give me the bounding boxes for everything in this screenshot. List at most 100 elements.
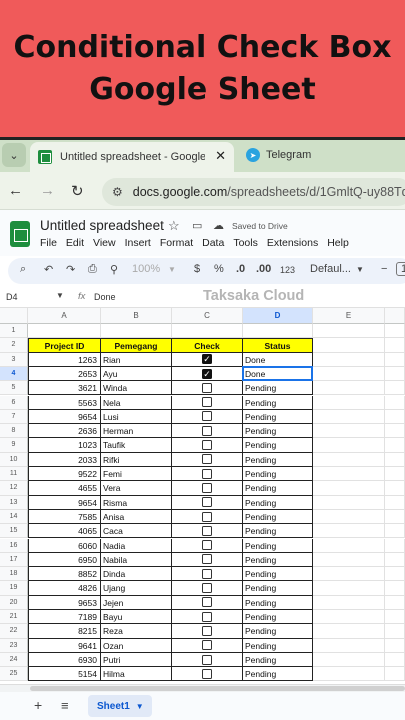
check-cell[interactable]: [172, 381, 243, 396]
scrollbar-thumb[interactable]: [30, 686, 405, 691]
grid-cell[interactable]: [313, 610, 385, 625]
status-cell[interactable]: Pending: [243, 452, 313, 467]
row-header[interactable]: 12: [0, 481, 28, 496]
row-header[interactable]: 25: [0, 667, 28, 682]
check-cell[interactable]: [172, 524, 243, 539]
row-header[interactable]: 2: [0, 338, 28, 353]
menu-format[interactable]: Format: [160, 237, 193, 249]
project-id-cell[interactable]: 2033: [28, 452, 101, 467]
project-id-cell[interactable]: 2636: [28, 424, 101, 439]
pemegang-cell[interactable]: Jejen: [101, 595, 172, 610]
tab-list-button[interactable]: ⌄: [2, 143, 26, 167]
column-header-b[interactable]: B: [101, 308, 172, 324]
chevron-down-icon[interactable]: ▼: [136, 702, 144, 711]
pemegang-cell[interactable]: Reza: [101, 624, 172, 639]
pemegang-cell[interactable]: Vera: [101, 481, 172, 496]
check-cell[interactable]: [172, 624, 243, 639]
project-id-cell[interactable]: 6930: [28, 652, 101, 668]
status-cell[interactable]: Pending: [243, 438, 313, 453]
checkbox[interactable]: [202, 440, 212, 451]
row-header[interactable]: 5: [0, 381, 28, 396]
pemegang-cell[interactable]: Ujang: [101, 581, 172, 596]
project-id-cell[interactable]: 8852: [28, 567, 101, 582]
row-header[interactable]: 6: [0, 395, 28, 410]
checkbox[interactable]: [202, 668, 212, 679]
menu-data[interactable]: Data: [202, 237, 224, 249]
row-header[interactable]: 15: [0, 524, 28, 539]
row-header[interactable]: 23: [0, 638, 28, 653]
grid-cell[interactable]: [313, 424, 385, 439]
check-cell[interactable]: [172, 509, 243, 525]
grid-cell[interactable]: [313, 667, 385, 682]
check-cell[interactable]: [172, 667, 243, 682]
grid-cell[interactable]: [385, 610, 405, 625]
row-header[interactable]: 8: [0, 424, 28, 439]
grid-cell[interactable]: [385, 324, 405, 339]
project-id-cell[interactable]: 6060: [28, 538, 101, 553]
tab-spreadsheet[interactable]: Untitled spreadsheet - Google S ✕: [30, 142, 234, 172]
grid-cell[interactable]: [313, 381, 385, 396]
pemegang-cell[interactable]: Anisa: [101, 509, 172, 525]
checkbox[interactable]: [202, 654, 212, 665]
row-header[interactable]: 11: [0, 467, 28, 482]
checkbox[interactable]: ✓: [202, 368, 212, 379]
row-header[interactable]: 24: [0, 652, 28, 668]
check-cell[interactable]: [172, 495, 243, 510]
checkbox[interactable]: [202, 583, 212, 594]
grid-cell[interactable]: [385, 567, 405, 582]
grid-cell[interactable]: [385, 552, 405, 568]
check-cell[interactable]: [172, 481, 243, 496]
grid-cell[interactable]: [385, 381, 405, 396]
decrease-font-size-button[interactable]: −: [381, 263, 387, 275]
status-cell[interactable]: Pending: [243, 581, 313, 596]
row-header[interactable]: 18: [0, 567, 28, 582]
check-cell[interactable]: [172, 467, 243, 482]
grid-cell[interactable]: [385, 581, 405, 596]
number-format-button[interactable]: 123: [280, 265, 295, 275]
project-id-cell[interactable]: 7189: [28, 610, 101, 625]
checkbox[interactable]: [202, 525, 212, 536]
site-settings-icon[interactable]: ⚙: [112, 185, 123, 199]
reload-icon[interactable]: ↻: [71, 182, 84, 200]
status-cell[interactable]: Pending: [243, 495, 313, 510]
grid-cell[interactable]: [385, 538, 405, 553]
checkbox[interactable]: [202, 597, 212, 608]
pemegang-cell[interactable]: Bayu: [101, 610, 172, 625]
table-header-cell[interactable]: Check: [172, 338, 243, 353]
checkbox[interactable]: [202, 611, 212, 622]
grid-cell[interactable]: [313, 467, 385, 482]
status-cell[interactable]: Pending: [243, 467, 313, 482]
font-size-input[interactable]: 1: [396, 262, 405, 276]
checkbox[interactable]: [202, 397, 212, 408]
grid-cell[interactable]: [313, 409, 385, 425]
checkbox[interactable]: [202, 554, 212, 565]
grid-cell[interactable]: [101, 324, 172, 339]
menu-tools[interactable]: Tools: [233, 237, 258, 249]
grid-cell[interactable]: [313, 338, 385, 353]
grid-cell[interactable]: [313, 509, 385, 525]
url-input[interactable]: ⚙ docs.google.com/spreadsheets/d/1GmltQ-…: [102, 178, 405, 206]
horizontal-scrollbar[interactable]: [0, 684, 405, 692]
grid-cell[interactable]: [313, 495, 385, 510]
font-select[interactable]: Defaul...: [310, 263, 351, 275]
column-header-d[interactable]: D: [243, 308, 313, 324]
row-header[interactable]: 16: [0, 538, 28, 553]
project-id-cell[interactable]: 4826: [28, 581, 101, 596]
checkbox[interactable]: [202, 625, 212, 636]
status-cell[interactable]: Pending: [243, 481, 313, 496]
status-cell[interactable]: Pending: [243, 538, 313, 553]
row-header[interactable]: 10: [0, 452, 28, 467]
status-cell[interactable]: Pending: [243, 652, 313, 668]
grid-cell[interactable]: [385, 524, 405, 539]
pemegang-cell[interactable]: Rian: [101, 352, 172, 367]
checkbox[interactable]: [202, 425, 212, 436]
check-cell[interactable]: ✓: [172, 352, 243, 367]
pemegang-cell[interactable]: Ozan: [101, 638, 172, 653]
checkbox[interactable]: [202, 540, 212, 551]
menu-insert[interactable]: Insert: [125, 237, 151, 249]
formula-input[interactable]: Done: [94, 292, 116, 302]
row-header[interactable]: 19: [0, 581, 28, 596]
grid-cell[interactable]: [385, 467, 405, 482]
checkbox[interactable]: [202, 640, 212, 651]
project-id-cell[interactable]: 9653: [28, 595, 101, 610]
